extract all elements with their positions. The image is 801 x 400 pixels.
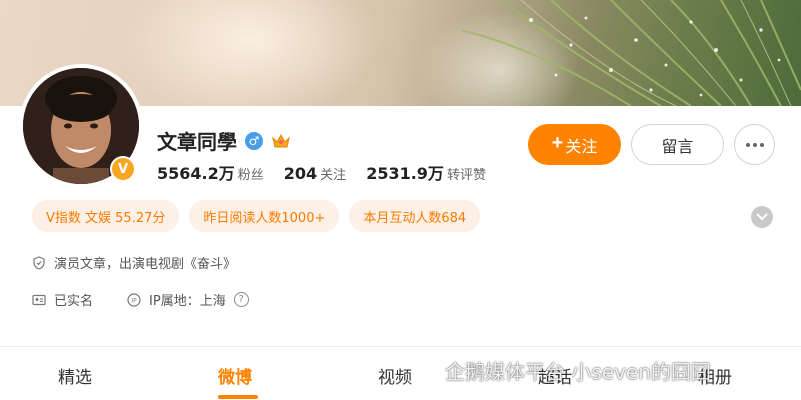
stat-label: 转评赞 <box>446 168 486 183</box>
svg-text:IP: IP <box>131 297 137 304</box>
plus-icon: + <box>551 132 564 154</box>
stat-fans[interactable]: 5564.2万 粉丝 <box>157 160 264 184</box>
tab-weibo[interactable]: 微博 <box>218 363 252 388</box>
realname-text: 已实名 <box>54 294 94 309</box>
verified-v-icon: V <box>110 156 136 182</box>
message-button[interactable]: 留言 <box>631 124 724 165</box>
grass-dew-artwork <box>461 0 801 106</box>
follow-label: 关注 <box>565 138 598 156</box>
stat-reposts-likes[interactable]: 2531.9万 转评赞 <box>366 160 486 184</box>
watermark-logo-icon <box>418 360 438 381</box>
stat-label: 关注 <box>320 168 347 183</box>
profile-header: V 文章同學 ♂ 5564.2万 粉丝 204 关注 2531.9万 转评赞 +… <box>0 64 801 400</box>
stats-row: 5564.2万 粉丝 204 关注 2531.9万 转评赞 <box>157 160 486 184</box>
shield-icon <box>33 255 45 270</box>
stat-value: 5564.2万 <box>157 164 235 183</box>
bio-text: 演员文章，出演电视剧《奋斗》 <box>54 257 237 272</box>
tag-daily-readers[interactable]: 昨日阅读人数1000+ <box>189 200 340 232</box>
message-label: 留言 <box>661 138 694 156</box>
active-tab-indicator <box>218 395 258 399</box>
stat-following[interactable]: 204 关注 <box>284 164 346 183</box>
stat-value: 204 <box>283 164 318 183</box>
identity-row: 已实名 IP IP属地：上海 ? <box>32 290 249 309</box>
tag-v-index[interactable]: V指数 文娱 55.27分 <box>32 200 180 232</box>
stat-label: 粉丝 <box>237 168 264 183</box>
tab-video[interactable]: 视频 <box>378 363 412 388</box>
help-icon[interactable]: ? <box>233 292 249 307</box>
ip-icon: IP <box>127 292 141 307</box>
tab-featured[interactable]: 精选 <box>58 363 92 388</box>
stat-value: 2531.9万 <box>366 164 444 183</box>
tag-row: V指数 文娱 55.27分 昨日阅读人数1000+ 本月互动人数684 <box>32 200 481 232</box>
watermark-text: 企鹅媒体平台 小seven的囧囧 <box>445 360 711 384</box>
male-gender-icon: ♂ <box>245 131 263 150</box>
id-card-icon <box>32 294 46 305</box>
chevron-down-icon[interactable] <box>751 206 773 228</box>
name-row: 文章同學 ♂ <box>157 126 291 155</box>
follow-button[interactable]: + 关注 <box>528 124 621 165</box>
bio-row: 演员文章，出演电视剧《奋斗》 <box>32 253 236 272</box>
user-name: 文章同學 <box>157 130 237 154</box>
crown-icon <box>272 133 290 147</box>
ip-location-text: IP属地：上海 <box>149 294 226 309</box>
more-icon[interactable] <box>734 124 775 165</box>
tag-monthly-interactions[interactable]: 本月互动人数684 <box>349 200 481 232</box>
watermark: 企鹅媒体平台 小seven的囧囧 <box>417 356 711 385</box>
